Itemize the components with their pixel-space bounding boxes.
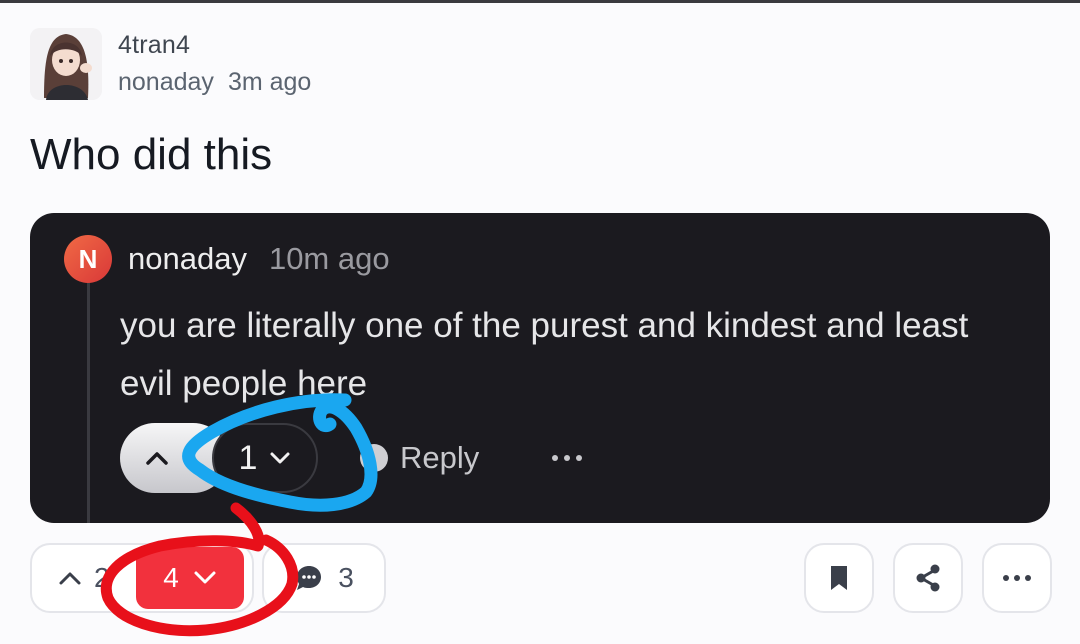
bookmark-icon bbox=[828, 564, 850, 592]
thread-line bbox=[87, 279, 90, 523]
comments-count: 3 bbox=[338, 562, 354, 593]
comments-button[interactable]: 3 bbox=[262, 543, 386, 613]
more-icon bbox=[1002, 574, 1032, 582]
downvote-icon bbox=[193, 570, 217, 586]
comment-reply-label: Reply bbox=[400, 440, 480, 475]
downvote-chevron-icon bbox=[269, 450, 291, 466]
post-title: Who did this bbox=[30, 130, 273, 179]
comment-bubble-icon bbox=[294, 563, 324, 593]
vote-group: 2 4 bbox=[30, 543, 254, 613]
reply-bubble-icon bbox=[360, 444, 388, 472]
more-options-button[interactable] bbox=[982, 543, 1052, 613]
comment-reply-button: Reply bbox=[360, 423, 479, 493]
upvote-chevron-icon bbox=[144, 449, 170, 467]
score-count: 2 bbox=[94, 562, 110, 593]
top-divider bbox=[0, 0, 1080, 3]
share-icon bbox=[913, 563, 943, 593]
user-avatar[interactable] bbox=[30, 28, 102, 100]
downvote-button[interactable]: 4 bbox=[136, 547, 244, 609]
post-time: 3m ago bbox=[227, 68, 312, 96]
downvote-count: 4 bbox=[163, 562, 179, 593]
comment-actions: 1 Reply bbox=[120, 423, 1020, 495]
post-author[interactable]: 4tran4 bbox=[118, 31, 311, 60]
share-button[interactable] bbox=[893, 543, 963, 613]
comment-author: nonaday bbox=[128, 241, 247, 276]
post-community[interactable]: nonaday bbox=[118, 68, 214, 97]
embedded-comment-image[interactable]: N nonaday 10m ago you are literally one … bbox=[30, 213, 1050, 523]
comment-vote-pill: 1 bbox=[212, 423, 318, 493]
save-button[interactable] bbox=[804, 543, 874, 613]
comment-vote-count: 1 bbox=[238, 438, 258, 477]
comment-avatar: N bbox=[64, 235, 112, 283]
upvote-button[interactable]: 2 bbox=[32, 545, 132, 611]
post-header: 4tran4 nonaday 3m ago bbox=[30, 28, 311, 100]
upvote-icon bbox=[58, 570, 82, 586]
comment-time: 10m ago bbox=[268, 241, 390, 276]
comment-body: you are literally one of the purest and … bbox=[120, 306, 969, 403]
comment-more-icon bbox=[550, 423, 584, 493]
